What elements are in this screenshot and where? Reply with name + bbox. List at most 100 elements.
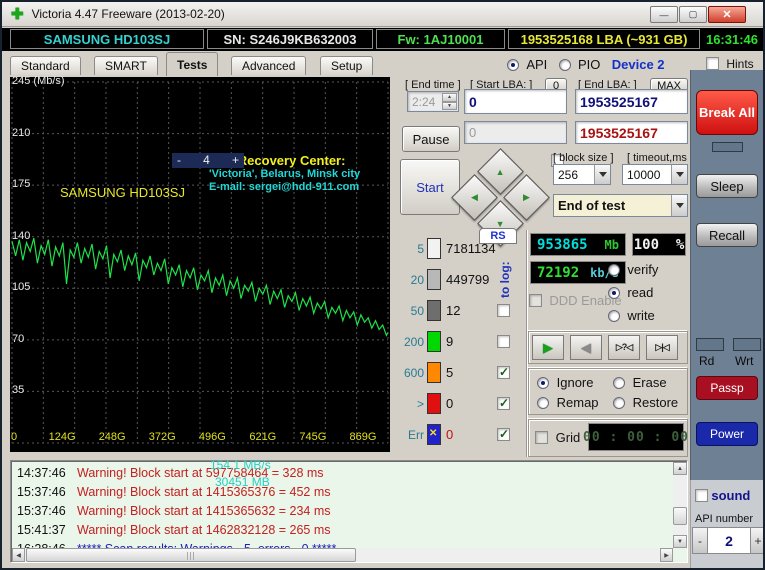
maximize-button[interactable]: ▢ (679, 6, 707, 23)
remap-radio[interactable] (537, 397, 549, 409)
x-axis-tick: 248G (98, 431, 126, 443)
close-icon: ✕ (722, 9, 732, 21)
chevron-down-icon[interactable] (671, 195, 687, 216)
graph-zoom-in-button[interactable]: + (232, 154, 239, 167)
elapsed-timer-lcd: 00 : 00 : 00 (583, 423, 688, 451)
legend-threshold-label: 200 (403, 334, 424, 349)
play-button[interactable]: ▶ (532, 335, 564, 360)
write-led (733, 338, 761, 351)
x-axis-tick: 0 (10, 431, 18, 443)
window-title: Victoria 4.47 Freeware (2013-02-20) (31, 7, 225, 21)
chevron-down-icon[interactable] (594, 165, 610, 184)
api-number-increment[interactable]: + (750, 527, 763, 554)
tab-standard[interactable]: Standard (10, 56, 81, 75)
graph-zoom-out-button[interactable]: - (177, 154, 181, 167)
start-lba-input[interactable]: 0 (464, 89, 567, 114)
recall-button[interactable]: Recall (696, 223, 758, 247)
start-button[interactable]: Start (400, 159, 460, 215)
break-all-button[interactable]: Break All (696, 90, 758, 135)
ddd-checkbox[interactable] (529, 294, 542, 307)
log-message: Warning! Block start at 1415365376 = 452… (77, 484, 331, 499)
log-vertical-scrollbar[interactable]: ▲ ▼ (673, 462, 687, 548)
legend-log-checkbox[interactable] (497, 335, 510, 348)
api-number-stepper: - 2 + (692, 527, 763, 554)
graph-zoom-control: - 4 + (172, 153, 244, 168)
edge-jump-button[interactable]: ▷|◁ (646, 335, 678, 360)
read-led-label: Rd (699, 354, 715, 368)
ignore-option: Ignore (537, 375, 594, 390)
legend-log-checkbox[interactable] (497, 427, 510, 441)
scroll-up-icon[interactable]: ▲ (673, 462, 687, 475)
block-size-value: 256 (558, 167, 579, 182)
minimize-button[interactable]: — (650, 6, 678, 23)
sound-checkbox[interactable] (695, 489, 708, 502)
remap-label: Remap (556, 395, 599, 410)
tab-advanced[interactable]: Advanced (231, 56, 307, 75)
y-axis-tick: 245 (Mb/s) (12, 75, 65, 87)
legend-threshold-label: Err (408, 427, 424, 442)
legend-log-checkbox[interactable] (497, 304, 510, 317)
api-radio[interactable] (507, 59, 519, 71)
vertical-scroll-thumb[interactable] (673, 507, 687, 525)
passport-button[interactable]: Passp (696, 376, 758, 400)
ignore-label: Ignore (556, 375, 594, 390)
tab-tests[interactable]: Tests (166, 52, 219, 76)
log-time: 14:37:46 (17, 465, 66, 480)
legend-threshold-label: > (416, 396, 424, 411)
mode-selector: API PIO Device 2 (507, 57, 665, 72)
tab-setup[interactable]: Setup (320, 56, 374, 75)
grid-checkbox[interactable] (535, 431, 548, 444)
write-radio[interactable] (608, 310, 620, 322)
play-icon: ▶ (543, 339, 553, 355)
timeout-select[interactable]: 10000 (622, 164, 688, 185)
api-number-decrement[interactable]: - (692, 527, 708, 554)
remap-option: Remap (537, 395, 599, 410)
erase-radio[interactable] (613, 377, 625, 389)
legend-count: 449799 (446, 272, 490, 287)
verify-radio[interactable] (608, 264, 620, 276)
scroll-left-icon[interactable]: ◀ (12, 548, 25, 562)
legend-threshold-label: 20 (410, 272, 424, 287)
close-button[interactable]: ✕ (708, 6, 746, 23)
tab-smart[interactable]: SMART (94, 56, 158, 75)
log-time: 15:41:37 (17, 522, 66, 537)
legend-color-block (427, 393, 441, 414)
seek-test-icon: ▷?◁ (615, 342, 633, 352)
x-axis-tick: 869G (349, 431, 377, 443)
arrow-down-icon: ▼ (496, 218, 505, 229)
api-number-label: API number (695, 513, 754, 525)
chevron-down-icon[interactable] (671, 165, 687, 184)
back-button[interactable]: ◀ (570, 335, 602, 360)
scroll-right-icon[interactable]: ▶ (660, 548, 673, 562)
arrow-right-icon: ▶ (523, 191, 530, 202)
horizontal-scroll-thumb[interactable] (26, 548, 356, 562)
hints-checkbox[interactable] (706, 57, 719, 70)
hints-toggle: Hints (706, 57, 754, 71)
end-lba-input[interactable]: 1953525167 (575, 89, 688, 114)
log-message: Warning! Block start at 1415365632 = 234… (77, 503, 331, 518)
legend-threshold-label: 600 (403, 365, 424, 380)
read-radio[interactable] (608, 287, 620, 299)
scroll-down-icon[interactable]: ▼ (673, 535, 687, 548)
legend-log-checkbox[interactable] (497, 396, 510, 410)
clock: 16:31:46 (702, 29, 762, 49)
end-time-field[interactable]: 2:24 ▲ ▼ (407, 91, 459, 112)
legend-log-checkbox[interactable] (497, 365, 510, 379)
end-time-spinner[interactable]: ▲ ▼ (442, 93, 457, 110)
title-bar[interactable]: ✚ Victoria 4.47 Freeware (2013-02-20) — … (2, 2, 763, 27)
restore-radio[interactable] (613, 397, 625, 409)
sleep-button[interactable]: Sleep (696, 174, 758, 198)
log-message: Warning! Block start at 597758464 = 328 … (77, 465, 324, 480)
legend-row: 5 7181134 (396, 233, 524, 264)
ignore-radio[interactable] (537, 377, 549, 389)
grid-label: Grid (555, 430, 581, 445)
seek-test-button[interactable]: ▷?◁ (608, 335, 640, 360)
legend-count: 7181134 (446, 241, 496, 256)
pio-radio[interactable] (558, 59, 571, 71)
block-size-select[interactable]: 256 (553, 164, 611, 185)
block-size-label: [ block size ] (553, 152, 614, 164)
end-action-select[interactable]: End of test (553, 194, 688, 217)
power-button[interactable]: Power (696, 422, 758, 446)
log-horizontal-scrollbar[interactable]: ◀ ▶ (12, 548, 673, 562)
pause-button[interactable]: Pause (402, 126, 460, 152)
